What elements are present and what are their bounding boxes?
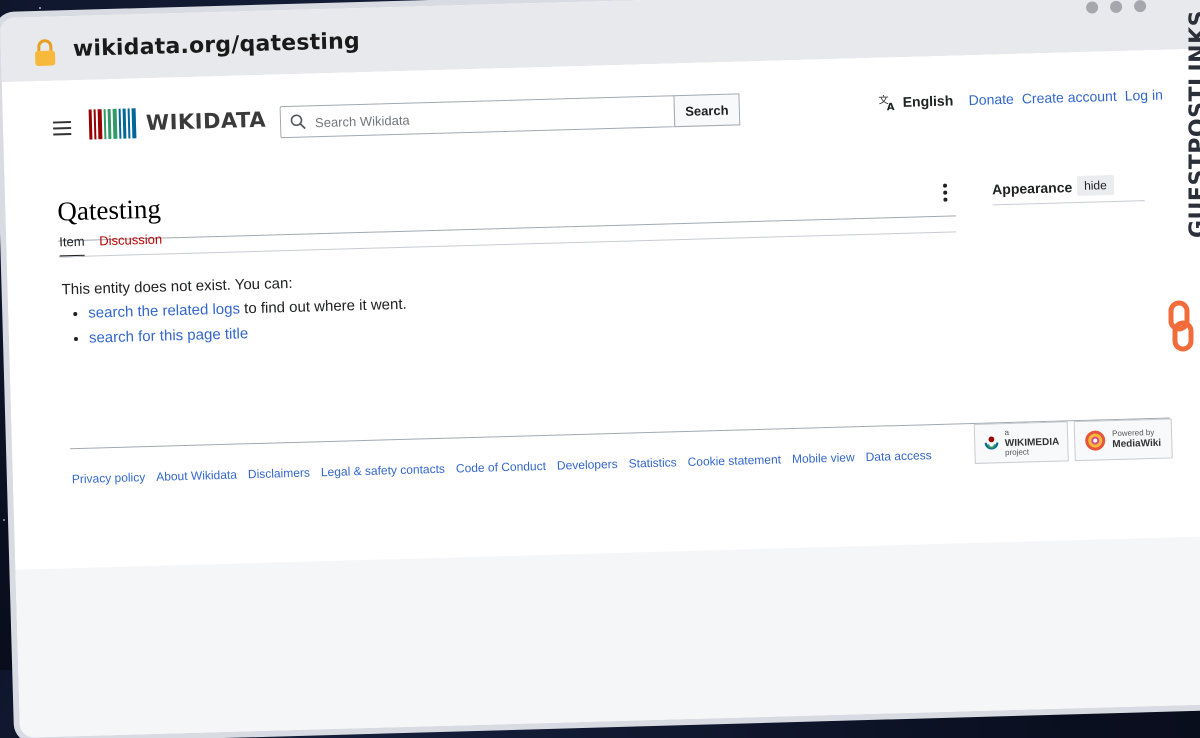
footer-link[interactable]: Statistics bbox=[628, 455, 676, 470]
lock-icon bbox=[35, 39, 56, 66]
entity-missing-message: This entity does not exist. You can: bbox=[61, 274, 293, 299]
footer-link[interactable]: Mobile view bbox=[792, 450, 855, 466]
suggestion-list: search the related logs to find out wher… bbox=[74, 296, 408, 355]
list-item: search the related logs to find out wher… bbox=[88, 296, 407, 322]
browser-window: wikidata.org/qatesting WIKIDATA Search W… bbox=[0, 0, 1200, 738]
badge-big-text: WIKIMEDIA bbox=[1004, 436, 1060, 449]
search-box[interactable] bbox=[279, 95, 676, 139]
search-button[interactable]: Search bbox=[673, 93, 741, 128]
language-selector[interactable]: 文 A English bbox=[878, 91, 953, 111]
footer-link[interactable]: Developers bbox=[557, 457, 618, 473]
svg-text:A: A bbox=[887, 102, 895, 111]
tab-item[interactable]: Item bbox=[59, 233, 85, 258]
footer-link[interactable]: Legal & safety contacts bbox=[321, 462, 445, 479]
footer-link[interactable]: About Wikidata bbox=[156, 468, 237, 484]
page-title: Qatesting bbox=[57, 193, 162, 227]
powered-by-mediawiki-badge[interactable]: Powered by MediaWiki bbox=[1073, 418, 1173, 462]
donate-link[interactable]: Donate bbox=[968, 91, 1014, 108]
translate-icon: 文 A bbox=[878, 93, 895, 111]
wikidata-page: WIKIDATA Search 文 A English Donate Creat… bbox=[1, 47, 1200, 582]
list-item-text: to find out where it went. bbox=[239, 295, 407, 318]
url-text[interactable]: wikidata.org/qatesting bbox=[73, 29, 361, 62]
footer-link[interactable]: Privacy policy bbox=[72, 470, 146, 486]
language-label: English bbox=[902, 92, 954, 110]
footer-link[interactable]: Cookie statement bbox=[687, 452, 781, 469]
appearance-divider bbox=[992, 200, 1145, 206]
main-menu-icon[interactable] bbox=[52, 121, 72, 139]
link-chain-icon bbox=[1168, 300, 1194, 352]
window-dot[interactable] bbox=[1109, 0, 1123, 13]
mediawiki-flower-icon bbox=[1085, 430, 1106, 451]
badge-small-text: project bbox=[1004, 446, 1030, 457]
footer-link[interactable]: Disclaimers bbox=[248, 466, 310, 482]
tab-discussion[interactable]: Discussion bbox=[99, 232, 162, 249]
wikidata-logo[interactable]: WIKIDATA bbox=[88, 105, 267, 140]
related-logs-link[interactable]: search the related logs bbox=[88, 300, 240, 321]
footer-links: Privacy policy About Wikidata Disclaimer… bbox=[72, 448, 932, 486]
login-link[interactable]: Log in bbox=[1124, 87, 1163, 104]
wikimedia-project-badge[interactable]: a WIKIMEDIA project bbox=[973, 421, 1069, 464]
wikidata-barcode-icon bbox=[88, 108, 139, 140]
search-icon bbox=[290, 114, 306, 130]
hide-appearance-button[interactable]: hide bbox=[1076, 174, 1115, 196]
page-bottom-area bbox=[15, 535, 1200, 738]
wikimedia-logo-icon bbox=[984, 436, 999, 450]
list-item: search for this page title bbox=[89, 321, 408, 346]
search-input[interactable] bbox=[312, 102, 658, 133]
user-links: Donate Create account Log in bbox=[968, 87, 1163, 108]
logo-text: WIKIDATA bbox=[145, 107, 267, 135]
footer-link[interactable]: Data access bbox=[865, 448, 931, 464]
window-controls bbox=[1085, 0, 1147, 14]
tabs-divider bbox=[58, 231, 957, 258]
search-title-link[interactable]: search for this page title bbox=[89, 325, 249, 346]
create-account-link[interactable]: Create account bbox=[1022, 88, 1117, 107]
footer-link[interactable]: Code of Conduct bbox=[456, 459, 546, 476]
window-dot[interactable] bbox=[1085, 1, 1099, 14]
badge-big-text: MediaWiki bbox=[1112, 437, 1162, 450]
window-dot[interactable] bbox=[1133, 0, 1147, 13]
appearance-heading: Appearance bbox=[991, 179, 1073, 198]
more-options-icon[interactable] bbox=[942, 183, 950, 205]
watermark-text: GUESTPOSTLINKS bbox=[1186, 10, 1200, 238]
title-divider bbox=[58, 215, 956, 242]
